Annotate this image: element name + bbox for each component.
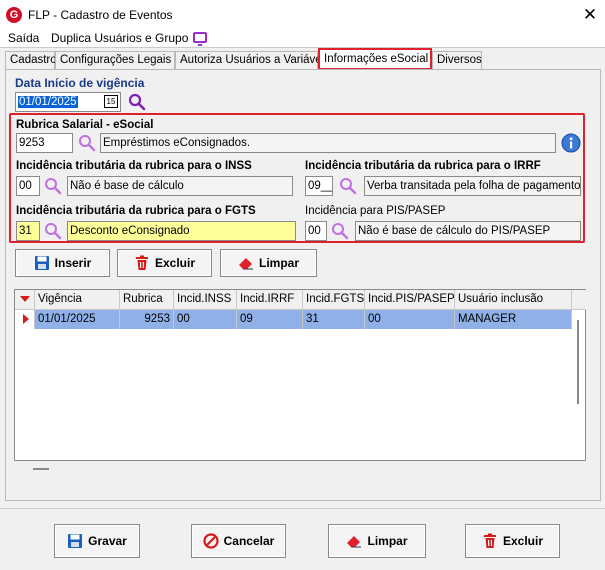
pis-code-input[interactable]: 00: [305, 221, 327, 241]
trash-icon: [135, 255, 148, 270]
rubrica-code-input[interactable]: 9253: [16, 133, 73, 153]
pis-description: Não é base de cálculo do PIS/PASEP: [355, 221, 581, 241]
window-title: FLP - Cadastro de Eventos: [28, 8, 173, 22]
cell-incid-inss[interactable]: 00: [174, 310, 237, 329]
eraser-icon: [347, 536, 362, 548]
fgts-code-input[interactable]: 31: [16, 221, 40, 241]
irrf-code-input[interactable]: 09__: [305, 176, 333, 196]
cancelar-label: Cancelar: [223, 534, 275, 548]
horizontal-scrollbar[interactable]: [33, 468, 49, 470]
irrf-description: Verba transitada pela folha de pagamento…: [364, 176, 581, 196]
irrf-label: Incidência tributária da rubrica para o …: [305, 160, 541, 172]
info-icon[interactable]: [560, 132, 582, 154]
monitor-icon[interactable]: [193, 32, 207, 46]
rubrica-description: Empréstimos eConsignados.: [100, 133, 556, 153]
inserir-button[interactable]: Inserir: [15, 249, 110, 277]
tab-bar: Cadastro Configurações Legais Autoriza U…: [5, 48, 601, 70]
trash-icon: [483, 533, 496, 548]
footer-excluir-button[interactable]: Excluir: [465, 524, 560, 558]
row-indicator: [15, 310, 35, 329]
tab-diversos[interactable]: Diversos: [432, 51, 482, 69]
col-header-incid-pis[interactable]: Incid.PIS/PASEP: [365, 290, 455, 310]
tab-autoriza-usuarios[interactable]: Autoriza Usuários a Variáveis: [175, 51, 330, 69]
title-bar: G FLP - Cadastro de Eventos ✕: [0, 0, 605, 30]
cell-incid-irrf[interactable]: 09: [237, 310, 303, 329]
search-fgts-icon[interactable]: [44, 222, 62, 240]
menu-saida[interactable]: Saída: [8, 30, 39, 46]
menu-bar: Saída Duplica Usuários e Grupo: [0, 30, 605, 48]
col-header-vigencia[interactable]: Vigência: [35, 290, 120, 310]
fgts-description: Desconto eConsignado: [67, 221, 296, 241]
tab-configuracoes-legais[interactable]: Configurações Legais: [55, 51, 175, 69]
tab-cadastro[interactable]: Cadastro: [5, 51, 57, 69]
eraser-icon: [238, 258, 253, 270]
inss-description: Não é base de cálculo: [67, 176, 293, 196]
limpar-label: Limpar: [258, 256, 299, 270]
col-header-incid-irrf[interactable]: Incid.IRRF: [237, 290, 303, 310]
fgts-label: Incidência tributária da rubrica para o …: [16, 205, 256, 217]
menu-duplica-usuarios[interactable]: Duplica Usuários e Grupo: [51, 30, 188, 46]
col-header-rubrica[interactable]: Rubrica: [120, 290, 174, 310]
inss-code-input[interactable]: 00: [16, 176, 40, 196]
search-rubrica-icon[interactable]: [78, 134, 96, 152]
grid-header-filler: [572, 290, 586, 310]
inss-label: Incidência tributária da rubrica para o …: [16, 160, 252, 172]
footer-bar: Gravar Cancelar Limpar Excluir: [0, 508, 605, 570]
save-icon: [68, 534, 83, 548]
search-irrf-icon[interactable]: [339, 177, 357, 195]
excluir-label: Excluir: [154, 256, 196, 270]
vigencia-grid[interactable]: Vigência Rubrica Incid.INSS Incid.IRRF I…: [14, 289, 586, 470]
search-inss-icon[interactable]: [44, 177, 62, 195]
search-vigencia-icon[interactable]: [128, 93, 146, 111]
gravar-button[interactable]: Gravar: [54, 524, 140, 558]
footer-limpar-label: Limpar: [367, 534, 408, 548]
cell-vigencia[interactable]: 01/01/2025: [35, 310, 120, 329]
close-window-button[interactable]: ✕: [578, 3, 602, 27]
col-header-incid-fgts[interactable]: Incid.FGTS: [303, 290, 365, 310]
cell-incid-fgts[interactable]: 31: [303, 310, 365, 329]
search-pis-icon[interactable]: [331, 222, 349, 240]
limpar-button[interactable]: Limpar: [220, 249, 317, 277]
cell-rubrica[interactable]: 9253: [120, 310, 174, 329]
inserir-label: Inserir: [54, 256, 92, 270]
save-icon: [34, 256, 49, 270]
vigencia-label: Data Início de vigência: [15, 76, 145, 90]
col-header-usuario[interactable]: Usuário inclusão: [455, 290, 572, 310]
cancel-icon: [203, 533, 219, 549]
tab-informacoes-esocial[interactable]: Informações eSocial: [318, 48, 432, 70]
calendar-icon[interactable]: 15: [104, 95, 118, 108]
footer-limpar-button[interactable]: Limpar: [328, 524, 426, 558]
col-header-incid-inss[interactable]: Incid.INSS: [174, 290, 237, 310]
cell-incid-pis[interactable]: 00: [365, 310, 455, 329]
app-logo-icon: G: [6, 7, 22, 23]
gravar-label: Gravar: [88, 534, 127, 548]
vertical-scrollbar[interactable]: [577, 320, 579, 404]
current-row-icon: [23, 314, 29, 324]
cell-usuario[interactable]: MANAGER: [455, 310, 572, 329]
pis-label: Incidência para PIS/PASEP: [305, 205, 446, 217]
sort-desc-icon: [20, 296, 30, 302]
vigencia-date-value: 01/01/2025: [18, 96, 78, 108]
vigencia-date-input[interactable]: 01/01/2025 15: [15, 92, 121, 112]
grid-sort-header[interactable]: [15, 290, 35, 310]
footer-excluir-label: Excluir: [502, 534, 544, 548]
excluir-button[interactable]: Excluir: [117, 249, 212, 277]
cancelar-button[interactable]: Cancelar: [191, 524, 286, 558]
rubrica-label: Rubrica Salarial - eSocial: [16, 119, 154, 131]
